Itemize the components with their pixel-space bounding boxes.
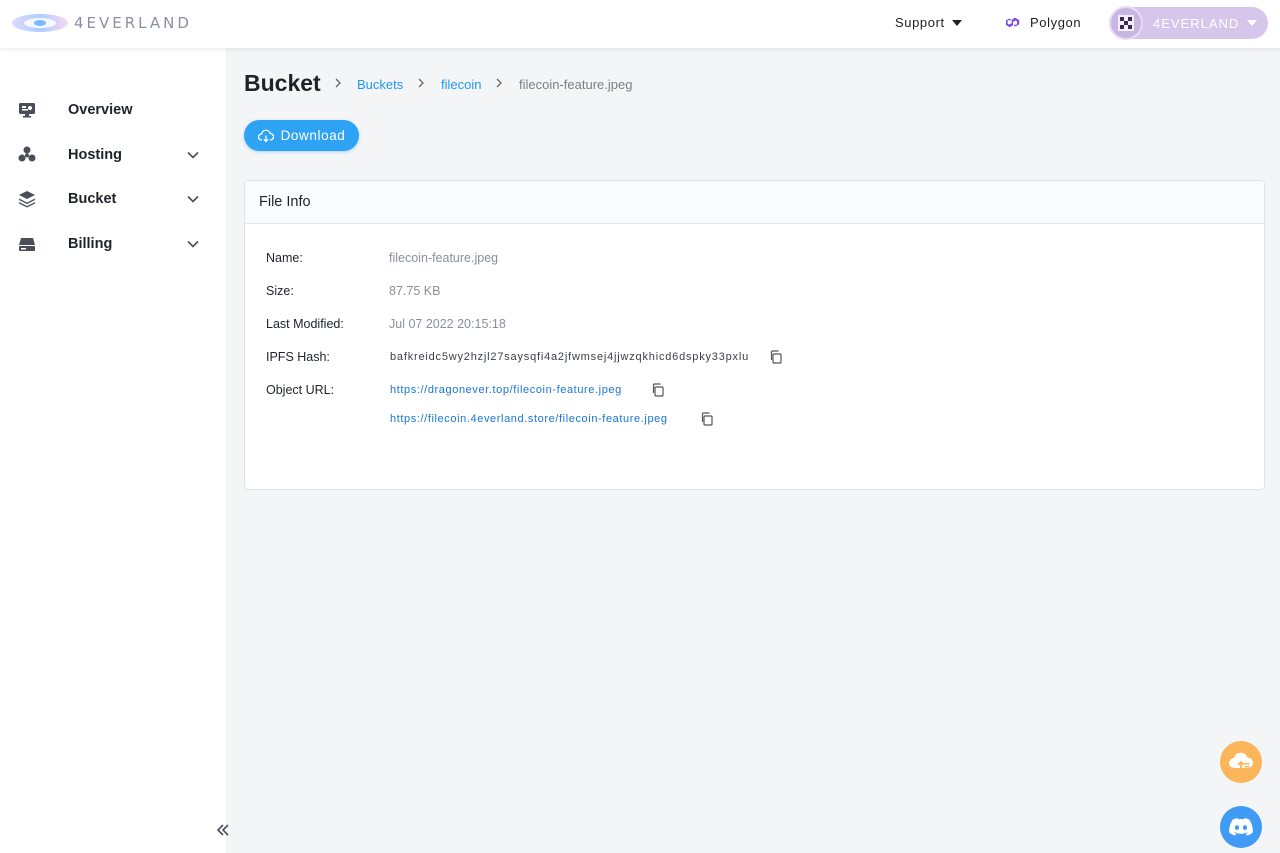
bucket-icon — [18, 190, 36, 208]
ipfs-hash-value: bafkreidc5wy2hzjl27saysqfi4a2jfwmsej4jjw… — [390, 351, 750, 363]
breadcrumb-current: filecoin-feature.jpeg — [519, 77, 633, 92]
sidebar-item-overview[interactable]: Overview — [0, 90, 226, 130]
overview-icon — [18, 101, 36, 119]
billing-icon — [18, 235, 36, 253]
sidebar-item-bucket[interactable]: Bucket — [0, 179, 226, 219]
size-value: 87.75 KB — [389, 284, 441, 298]
logo-mark-icon — [12, 14, 68, 32]
breadcrumb-filecoin[interactable]: filecoin — [441, 77, 481, 92]
identicon-icon — [1118, 15, 1134, 31]
object-url-link[interactable]: https://filecoin.4everland.store/filecoi… — [390, 413, 668, 425]
network-selector[interactable]: Polygon — [1004, 14, 1081, 30]
hosting-icon — [18, 146, 36, 164]
chevron-right-icon — [496, 78, 502, 88]
breadcrumb-buckets[interactable]: Buckets — [357, 77, 403, 92]
download-button[interactable]: Download — [244, 120, 359, 151]
support-menu[interactable]: Support — [895, 15, 962, 30]
support-label: Support — [895, 15, 945, 30]
sidebar-item-label: Hosting — [68, 147, 122, 163]
size-label: Size: — [266, 284, 294, 298]
copy-icon[interactable] — [769, 350, 783, 364]
discord-icon — [1229, 818, 1253, 836]
copy-icon[interactable] — [700, 412, 714, 426]
page-title: Bucket — [244, 70, 321, 96]
app-logo[interactable]: 4EVERLAND — [10, 8, 192, 38]
chevron-right-icon — [418, 78, 424, 88]
cloud-download-icon — [257, 129, 274, 142]
caret-down-icon — [951, 19, 962, 26]
download-label: Download — [280, 128, 346, 143]
network-label: Polygon — [1030, 14, 1082, 30]
modified-value: Jul 07 2022 20:15:18 — [389, 317, 506, 331]
main-content: Bucket Buckets filecoin filecoin-feature… — [226, 48, 1280, 853]
sidebar-item-hosting[interactable]: Hosting — [0, 135, 226, 175]
copy-icon[interactable] — [651, 383, 665, 397]
ipfs-hash-label: IPFS Hash: — [266, 350, 330, 364]
name-label: Name: — [266, 251, 303, 265]
caret-down-icon — [1247, 20, 1258, 26]
chevron-down-icon — [187, 240, 199, 248]
modified-label: Last Modified: — [266, 317, 344, 331]
top-header: 4EVERLAND Support Polygon 4EVERLAND — [0, 0, 1280, 48]
file-info-card: File Info Name: filecoin-feature.jpeg Si… — [244, 180, 1265, 490]
chevron-right-icon — [335, 78, 341, 88]
object-url-link[interactable]: https://dragonever.top/filecoin-feature.… — [390, 384, 622, 396]
file-info-heading: File Info — [245, 181, 1264, 224]
cloud-upload-icon — [1229, 752, 1254, 769]
name-value: filecoin-feature.jpeg — [389, 251, 499, 265]
avatar — [1109, 6, 1143, 40]
polygon-icon — [1005, 17, 1020, 28]
account-label: 4EVERLAND — [1153, 15, 1240, 31]
object-url-label: Object URL: — [266, 383, 335, 397]
account-menu[interactable]: 4EVERLAND — [1109, 6, 1268, 40]
chevron-down-icon — [187, 195, 199, 203]
sidebar-item-label: Billing — [68, 236, 113, 252]
sidebar-item-label: Overview — [68, 102, 133, 118]
upload-fab-button[interactable] — [1220, 741, 1262, 783]
sidebar: Overview Hosting Bucket Billing — [0, 48, 229, 853]
logo-text: 4EVERLAND — [74, 14, 192, 32]
chevron-down-icon — [187, 151, 199, 159]
discord-fab-button[interactable] — [1220, 806, 1262, 848]
sidebar-item-label: Bucket — [68, 191, 117, 207]
sidebar-item-billing[interactable]: Billing — [0, 224, 226, 264]
